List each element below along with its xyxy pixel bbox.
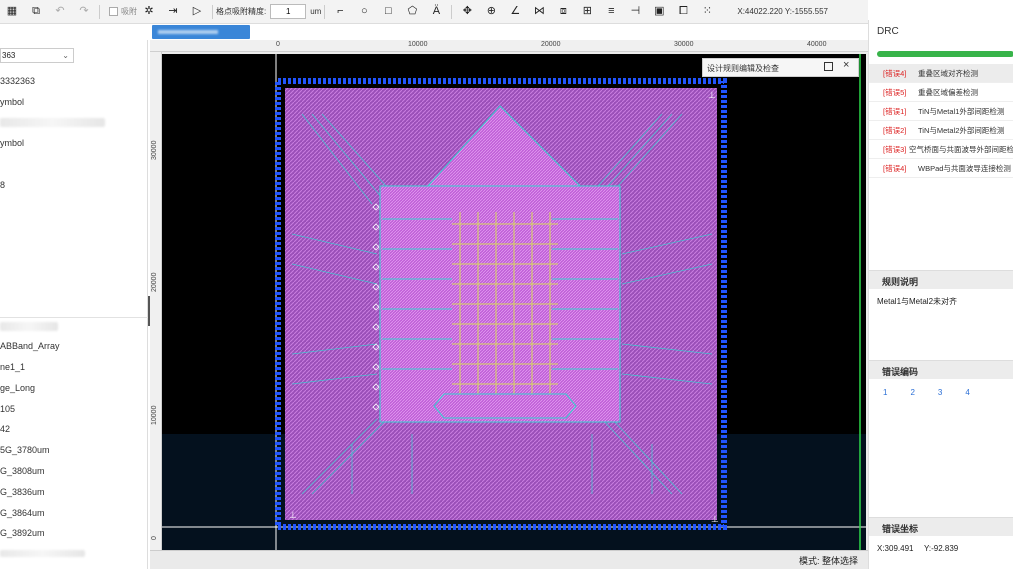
corner-mark: ⊥	[711, 515, 719, 525]
rule-description: Metal1与Metal2未对齐	[877, 297, 958, 306]
document-tab[interactable]	[152, 25, 250, 39]
mirror-icon[interactable]: ⋈	[531, 4, 547, 20]
boolean-icon[interactable]: ⧈	[555, 4, 571, 20]
circle-icon[interactable]: ○	[356, 4, 372, 20]
chevron-down-icon: ⌄	[62, 51, 69, 60]
list-item[interactable]: ABBand_Array	[0, 341, 60, 351]
image-icon[interactable]: ▣	[651, 4, 667, 20]
error-code-link[interactable]: 4	[965, 388, 969, 397]
list-item[interactable]: ymbol	[0, 97, 24, 107]
list-item[interactable]: G_3892um	[0, 528, 45, 538]
toolbar: ▦ ⧉ ↶ ↷ 吸附 ✲ ⇥ ▷ 格点吸附精度: um ⌐ ○ □ ⬠ Ä ✥ …	[0, 0, 868, 24]
list-item[interactable]: 8	[0, 180, 5, 190]
error-item[interactable]: [错误1] TiN与Metal1外部间距检测	[869, 102, 1013, 121]
list-item[interactable]: 5G_3780um	[0, 445, 50, 455]
error-codes: 1 2 3 4	[883, 388, 970, 397]
list-item[interactable]: ymbol	[0, 138, 24, 148]
corner-mark: ⊥	[708, 91, 716, 101]
error-item[interactable]: [错误3] 空气桥面与共面波导外部间距检	[869, 140, 1013, 159]
list-item[interactable]: G_3864um	[0, 508, 45, 518]
grid-snap-label: 格点吸附精度:	[216, 7, 267, 16]
error-code-link[interactable]: 2	[910, 388, 914, 397]
list-item[interactable]: ne1_1	[0, 362, 25, 372]
corner-mark: ⊥	[289, 511, 297, 521]
polygon-icon[interactable]: ⬠	[404, 4, 420, 20]
redo-icon[interactable]: ↷	[76, 4, 92, 20]
dialog-title: 设计规则编辑及检查	[707, 64, 779, 73]
layout-viewport[interactable]: ⊥ ⊥ ⊥	[162, 54, 866, 551]
design-rule-dialog[interactable]: 设计规则编辑及检查 ×	[702, 58, 859, 77]
layers-icon[interactable]: ▦	[4, 4, 20, 20]
status-bar: 模式: 整体选择	[150, 550, 868, 569]
list-item[interactable]: 3332363	[0, 76, 35, 86]
error-list: [错误4] 重叠区域对齐检测 [错误5] 重叠区域偏差检测 [错误1] TiN与Met…	[869, 64, 1013, 178]
center-icon[interactable]: ⊕	[483, 4, 499, 20]
polyline-icon[interactable]: ⌐	[332, 4, 348, 20]
settings-icon[interactable]: ✲	[141, 4, 157, 20]
chip-layout: ⊥ ⊥ ⊥	[162, 54, 866, 551]
snap-label: 吸附	[121, 7, 137, 16]
error-item[interactable]: [错误5] 重叠区域偏差检测	[869, 83, 1013, 102]
align-icon[interactable]: ⇥	[165, 4, 181, 20]
cursor-coordinates: X:44022.220 Y:-1555.557	[737, 7, 828, 16]
document-tabbar	[150, 24, 868, 40]
grid-snap-input[interactable]	[270, 4, 307, 19]
maximize-icon[interactable]	[824, 62, 833, 71]
layout-canvas-area: 0 10000 20000 30000 40000 30000 20000 10…	[150, 40, 868, 569]
distribute-icon[interactable]: ≡	[603, 4, 619, 20]
grid-snap-unit: um	[310, 7, 322, 16]
panel-title: DRC	[877, 26, 899, 37]
grid-icon[interactable]: ⁙	[699, 4, 715, 20]
coord-section-header: 错误坐标	[869, 517, 1013, 536]
error-item[interactable]: [错误2] TiN与Metal2外部间距检测	[869, 121, 1013, 140]
cell-list-panel: 363 ⌄ 3332363 ymbol ymbol 8 ABBand_Array…	[0, 40, 148, 569]
vertical-ruler: 30000 20000 10000 0	[150, 52, 162, 557]
mode-status: 模式: 整体选择	[798, 556, 858, 566]
rectangle-icon[interactable]: □	[380, 4, 396, 20]
error-item[interactable]: [错误4] WBPad与共面波导连接检测	[869, 159, 1013, 178]
angle-icon[interactable]: ∠	[507, 4, 523, 20]
copy-icon[interactable]: ⧉	[28, 4, 44, 20]
overlap-icon[interactable]: ⧠	[675, 4, 691, 20]
list-item[interactable]: 105	[0, 404, 15, 414]
array-icon[interactable]: ⊞	[579, 4, 595, 20]
error-item[interactable]: [错误4] 重叠区域对齐检测	[869, 64, 1013, 83]
drc-panel: DRC [错误4] 重叠区域对齐检测 [错误5] 重叠区域偏差检测 [错误1] TiN…	[868, 20, 1013, 569]
horizontal-ruler: 0 10000 20000 30000 40000	[150, 40, 868, 52]
rule-section-header: 规则说明	[869, 270, 1013, 289]
drc-progress-bar	[877, 51, 1013, 57]
list-item[interactable]: ge_Long	[0, 383, 35, 393]
error-coord-x: X:309.491	[877, 544, 914, 553]
list-item[interactable]: G_3808um	[0, 466, 45, 476]
close-icon[interactable]: ×	[843, 59, 849, 71]
list-item[interactable]: 42	[0, 424, 10, 434]
error-code-link[interactable]: 1	[883, 388, 887, 397]
undo-icon[interactable]: ↶	[52, 4, 68, 20]
move-icon[interactable]: ✥	[459, 4, 475, 20]
snap-checkbox[interactable]	[109, 7, 118, 16]
pointer-icon[interactable]: ▷	[189, 4, 205, 20]
text-icon[interactable]: Ä	[428, 4, 444, 20]
list-item[interactable]: G_3836um	[0, 487, 45, 497]
bracket-icon[interactable]: ⊣	[627, 4, 643, 20]
error-code-link[interactable]: 3	[938, 388, 942, 397]
error-coord-y: Y:-92.839	[924, 544, 959, 553]
code-section-header: 错误编码	[869, 360, 1013, 379]
library-select[interactable]: 363 ⌄	[0, 48, 74, 63]
